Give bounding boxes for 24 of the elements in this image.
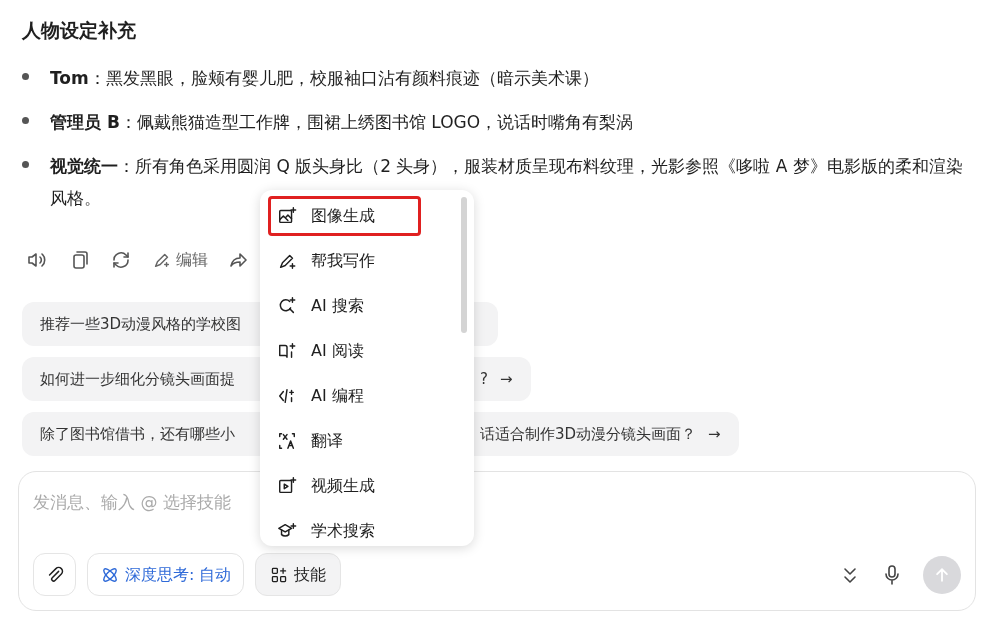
edit-button[interactable]: 编辑 <box>152 248 208 272</box>
image-icon <box>277 206 297 226</box>
book-icon <box>277 341 297 361</box>
scrollbar-thumb[interactable] <box>461 197 467 333</box>
up-arrow-icon <box>933 566 951 584</box>
section-title: 人物设定补充 <box>22 18 137 43</box>
menu-item[interactable]: AI 搜索 <box>268 286 421 326</box>
deep-think-button[interactable]: 深度思考: 自动 <box>87 553 245 596</box>
video-icon <box>277 476 297 496</box>
menu-item[interactable]: AI 阅读 <box>268 331 421 371</box>
search-icon <box>277 296 297 316</box>
bullet-text: 管理员 B：佩戴熊猫造型工作牌，围裙上绣图书馆 LOGO，说话时嘴角有梨涡 <box>50 111 634 134</box>
skills-button[interactable]: 技能 <box>255 553 342 596</box>
bullet-text: Tom：黑发黑眼，脸颊有婴儿肥，校服袖口沾有颜料痕迹（暗示美术课） <box>50 67 599 90</box>
menu-item[interactable]: 帮我写作 <box>268 241 421 281</box>
menu-item[interactable]: 翻译 <box>268 421 421 461</box>
grid-plus-icon <box>270 565 289 584</box>
menu-item[interactable]: 图像生成 <box>268 196 421 236</box>
attach-button[interactable] <box>33 553 76 596</box>
menu-item[interactable]: 视频生成 <box>268 466 421 506</box>
code-icon <box>277 386 297 406</box>
menu-item[interactable]: AI 编程 <box>268 376 421 416</box>
menu-item[interactable]: 学术搜索 <box>268 511 421 546</box>
translate-icon <box>277 431 297 451</box>
